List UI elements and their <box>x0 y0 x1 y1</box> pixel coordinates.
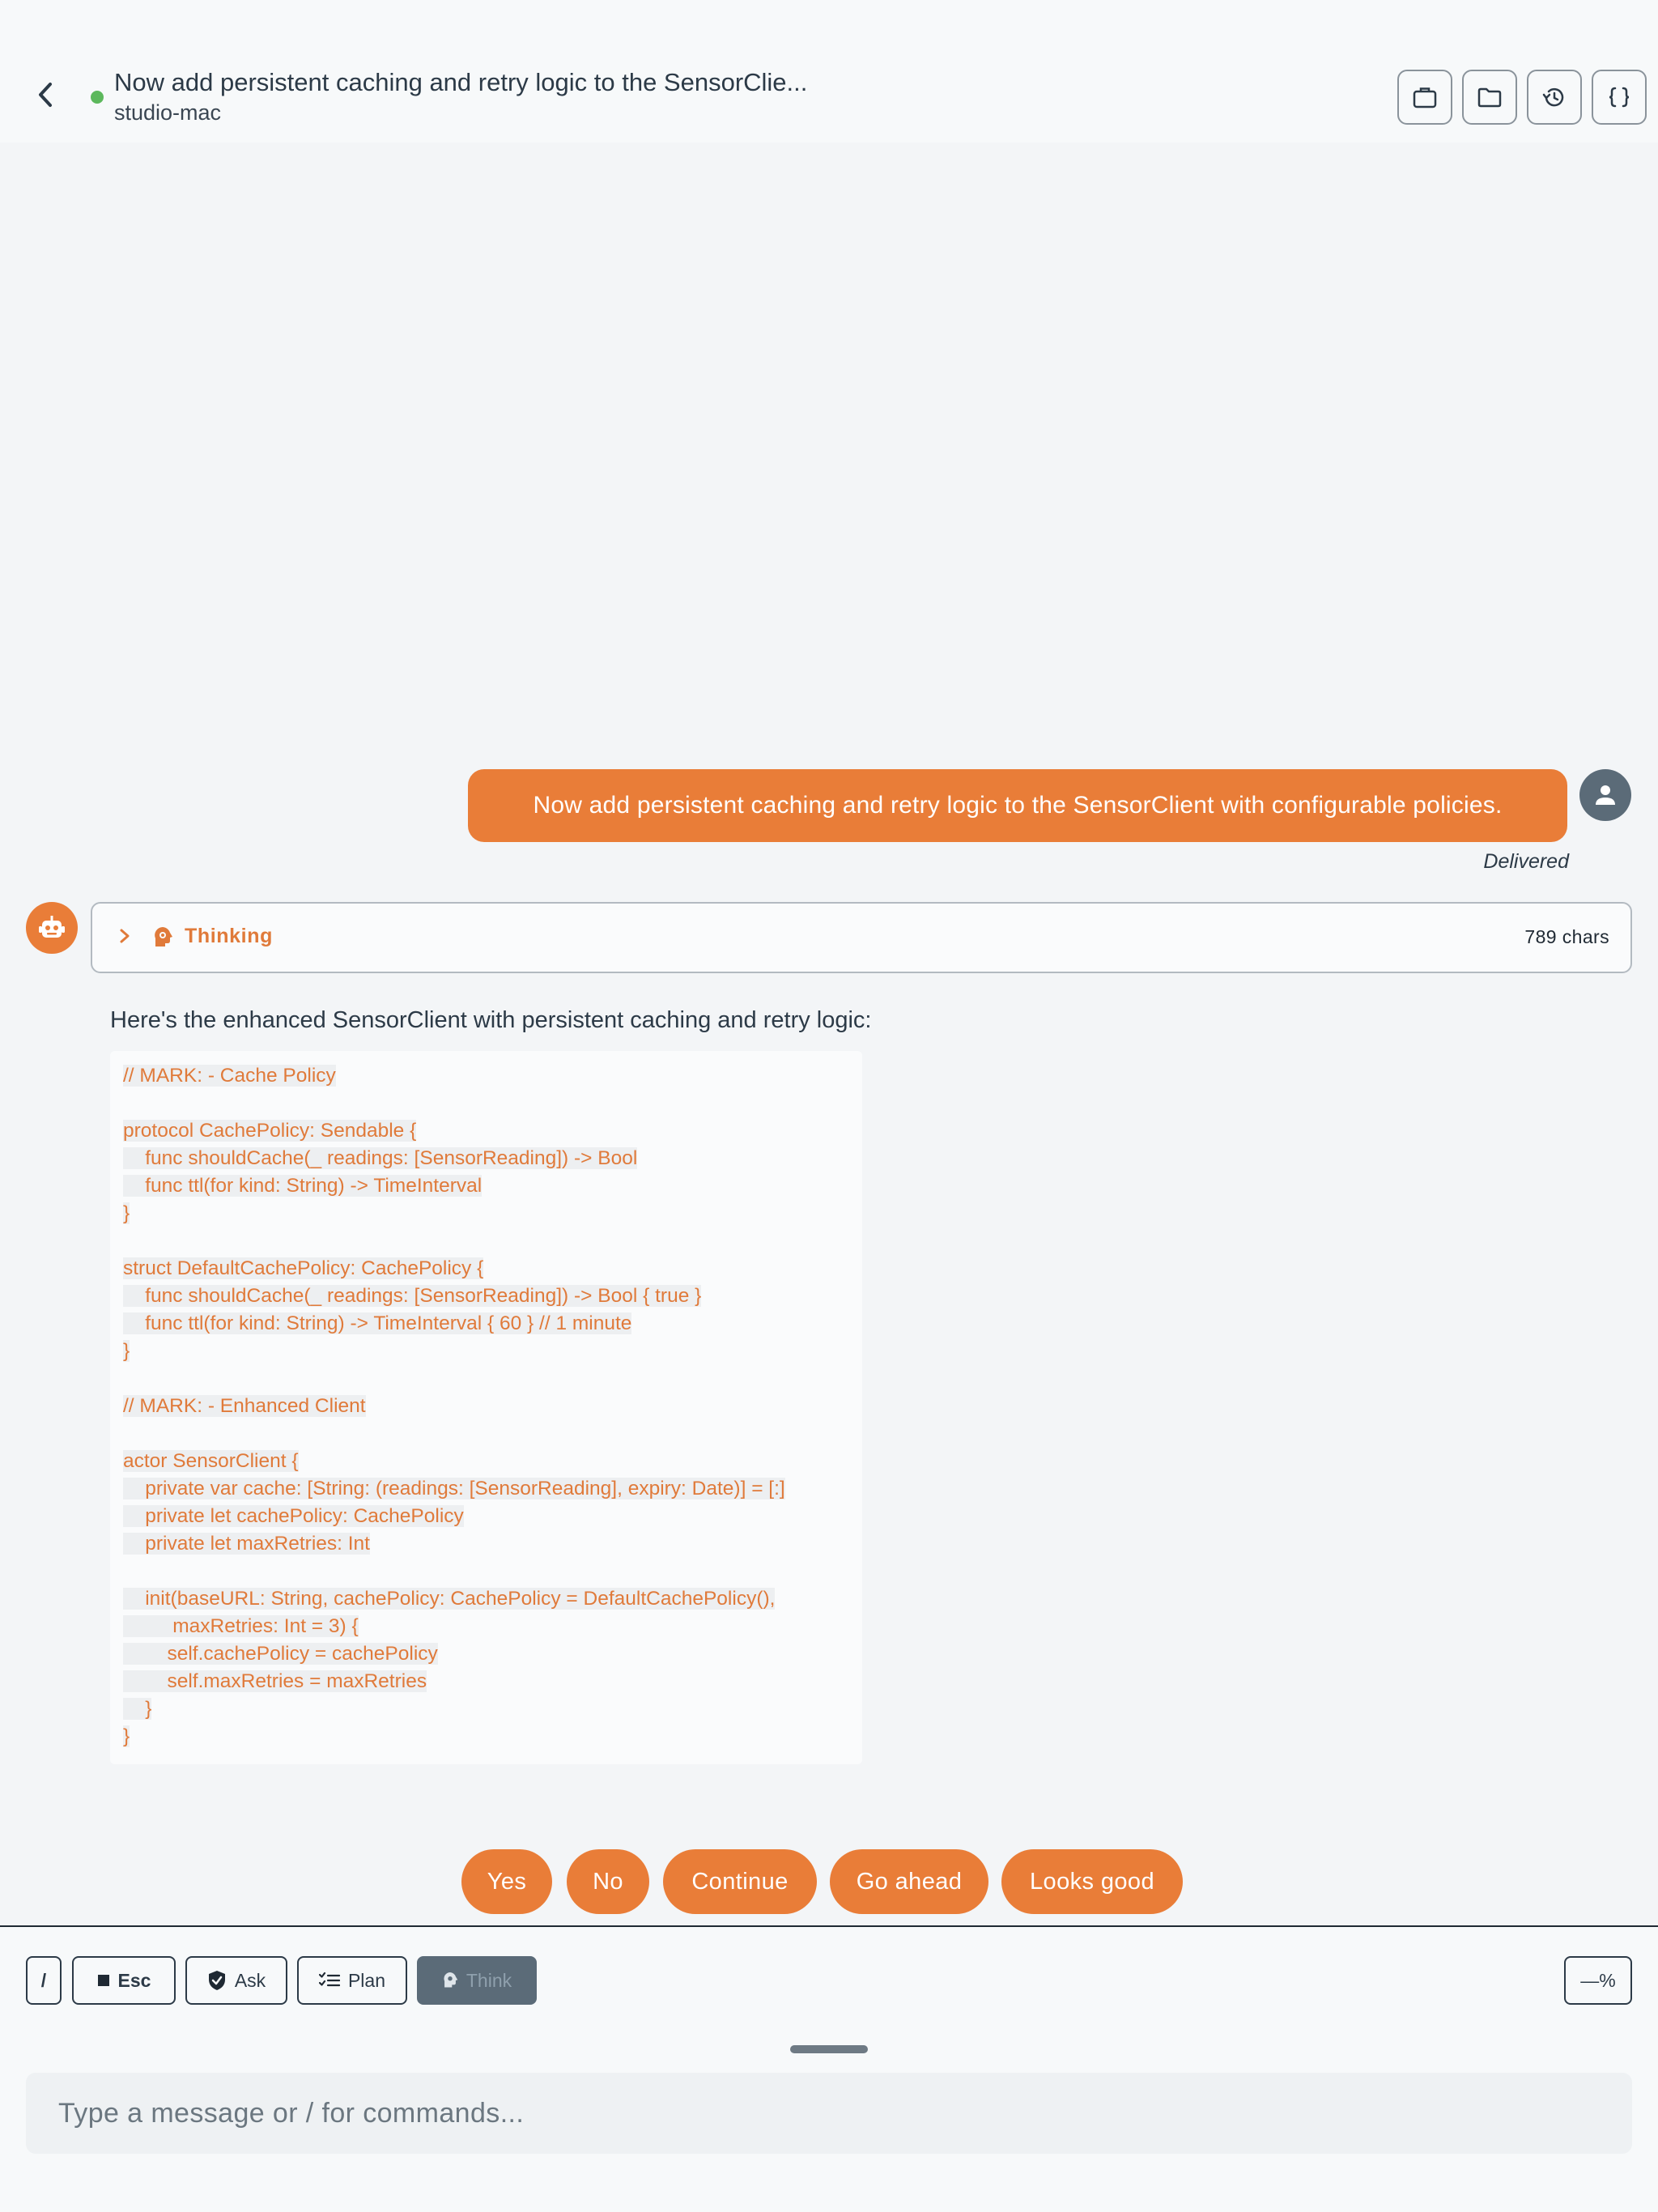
context-usage-label: —% <box>1580 1969 1616 1991</box>
code-line: } <box>123 1725 130 1747</box>
quick-reply-continue[interactable]: Continue <box>663 1849 817 1914</box>
code-line: protocol CachePolicy: Sendable { <box>123 1120 417 1142</box>
plan-label: Plan <box>347 1969 386 1991</box>
esc-button[interactable]: Esc <box>72 1956 176 2005</box>
braces-icon <box>1609 87 1630 108</box>
code-line: } <box>123 1698 152 1720</box>
plan-mode-button[interactable]: Plan <box>297 1956 407 2005</box>
history-icon <box>1542 87 1564 107</box>
thinking-toggle[interactable]: Thinking 789 chars <box>91 902 1632 973</box>
code-line: } <box>123 1340 130 1362</box>
code-line: actor SensorClient { <box>123 1450 299 1472</box>
brain-icon <box>444 1972 458 1988</box>
briefcase-icon <box>1413 87 1437 108</box>
chevron-right-icon <box>120 929 130 943</box>
robot-icon <box>39 916 65 938</box>
code-line: private var cache: [String: (readings: [… <box>123 1478 785 1499</box>
code-line: self.cachePolicy = cachePolicy <box>123 1643 438 1665</box>
quick-reply-looks-good[interactable]: Looks good <box>1001 1849 1183 1914</box>
thinking-label: Thinking <box>185 925 273 947</box>
delivery-status: Delivered <box>1483 850 1569 873</box>
context-usage-button[interactable]: —% <box>1564 1956 1632 2005</box>
code-line: func shouldCache(_ readings: [SensorRead… <box>123 1147 638 1169</box>
code-line: maxRetries: Int = 3) { <box>123 1615 359 1637</box>
briefcase-button[interactable] <box>1397 70 1452 125</box>
code-line: private let maxRetries: Int <box>123 1533 370 1555</box>
header: Now add persistent caching and retry log… <box>0 0 1658 143</box>
folder-button[interactable] <box>1462 70 1517 125</box>
checklist-icon <box>318 1972 340 1987</box>
history-button[interactable] <box>1527 70 1582 125</box>
code-line: init(baseURL: String, cachePolicy: Cache… <box>123 1588 776 1610</box>
page-title: Now add persistent caching and retry log… <box>114 68 808 96</box>
quick-reply-no[interactable]: No <box>567 1849 649 1914</box>
user-avatar <box>1579 769 1631 821</box>
status-dot <box>91 91 104 104</box>
ask-mode-button[interactable]: Ask <box>185 1956 287 2005</box>
quick-reply-go-ahead[interactable]: Go ahead <box>830 1849 988 1914</box>
slash-label: / <box>40 1969 47 1991</box>
code-line: self.maxRetries = maxRetries <box>123 1670 427 1692</box>
assistant-avatar <box>26 902 78 954</box>
back-button[interactable] <box>26 74 65 115</box>
code-line: func ttl(for kind: String) -> TimeInterv… <box>123 1175 483 1197</box>
user-message-bubble: Now add persistent caching and retry log… <box>468 769 1567 842</box>
drag-handle[interactable] <box>790 2045 868 2053</box>
code-line: // MARK: - Cache Policy <box>123 1065 336 1087</box>
quick-reply-yes[interactable]: Yes <box>461 1849 552 1914</box>
thinking-char-count: 789 chars <box>1524 926 1609 947</box>
code-line: // MARK: - Enhanced Client <box>123 1395 366 1417</box>
code-line: } <box>123 1202 130 1224</box>
person-icon <box>1596 785 1615 805</box>
shield-check-icon <box>208 1971 225 1990</box>
brain-icon <box>155 927 172 946</box>
slash-commands-button[interactable]: / <box>26 1956 62 2005</box>
stop-icon <box>97 1975 109 1986</box>
code-line: func shouldCache(_ readings: [SensorRead… <box>123 1285 702 1307</box>
code-line: private let cachePolicy: CachePolicy <box>123 1505 464 1527</box>
chevron-left-icon <box>39 83 52 107</box>
code-block: // MARK: - Cache Policy protocol CachePo… <box>110 1051 862 1764</box>
code-button[interactable] <box>1592 70 1647 125</box>
esc-label: Esc <box>117 1969 151 1991</box>
folder-icon <box>1477 87 1502 108</box>
code-line: struct DefaultCachePolicy: CachePolicy { <box>123 1257 484 1279</box>
host-name: studio-mac <box>114 100 222 125</box>
quick-replies: Yes No Continue Go ahead Looks good <box>0 1849 1658 1914</box>
assistant-reply-text: Here's the enhanced SensorClient with pe… <box>110 1007 872 1033</box>
think-mode-button[interactable]: Think <box>417 1956 537 2005</box>
message-input[interactable] <box>26 2073 1632 2154</box>
think-label: Think <box>466 1969 512 1991</box>
code-line: func ttl(for kind: String) -> TimeInterv… <box>123 1312 632 1334</box>
ask-label: Ask <box>234 1969 266 1991</box>
